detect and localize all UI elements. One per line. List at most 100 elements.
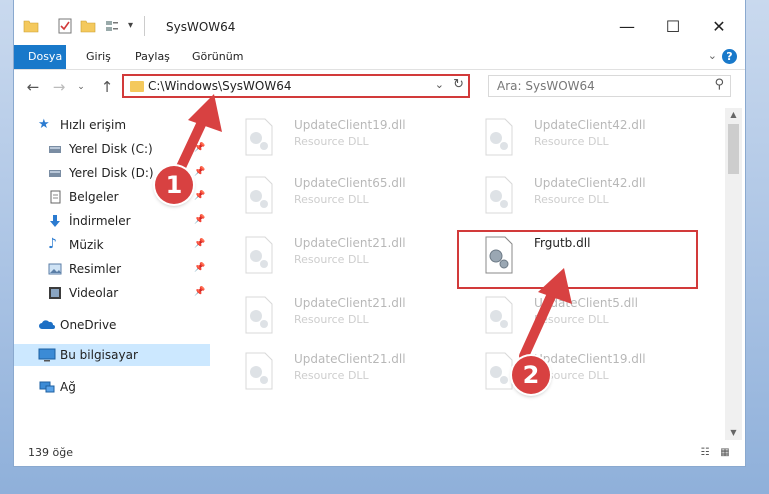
up-arrow-icon: ↑ bbox=[100, 78, 114, 96]
new-folder-icon[interactable] bbox=[80, 18, 96, 34]
customize-toolbar-icon[interactable] bbox=[104, 18, 120, 34]
details-view-icon[interactable]: ☷ bbox=[698, 447, 712, 461]
nav-item-label: Belgeler bbox=[69, 190, 119, 204]
dll-file-icon bbox=[485, 118, 513, 156]
music-icon: ♪ bbox=[48, 236, 57, 252]
nav-item-label: Yerel Disk (C:) bbox=[69, 142, 153, 156]
documents-icon bbox=[50, 190, 61, 204]
search-placeholder: Ara: SysWOW64 bbox=[497, 79, 595, 93]
file-type: Resource DLL bbox=[294, 193, 369, 206]
back-arrow-icon: ← bbox=[26, 78, 40, 96]
file-item[interactable]: UpdateClient21.dll Resource DLL bbox=[234, 348, 454, 398]
nav-item-label: OneDrive bbox=[60, 318, 117, 332]
folder-icon bbox=[23, 20, 39, 33]
nav-item-label: Videolar bbox=[69, 286, 119, 300]
chevron-down-icon[interactable]: ⌄ bbox=[708, 49, 717, 62]
file-item[interactable]: UpdateClient42.dll Resource DLL bbox=[474, 114, 694, 164]
nav-item-label: Hızlı erişim bbox=[60, 118, 127, 132]
maximize-icon: ☐ bbox=[665, 17, 681, 36]
scroll-down-icon[interactable]: ▼ bbox=[725, 426, 742, 440]
computer-icon bbox=[38, 348, 56, 362]
pictures-icon bbox=[48, 263, 62, 275]
nav-item-label: İndirmeler bbox=[69, 214, 131, 228]
network-icon bbox=[39, 381, 55, 393]
file-item[interactable]: UpdateClient5.dll Resource DLL bbox=[474, 292, 694, 342]
search-icon[interactable]: ⚲ bbox=[714, 77, 724, 92]
minimize-button[interactable]: — bbox=[604, 12, 650, 42]
dll-file-icon bbox=[245, 118, 273, 156]
folder-icon bbox=[130, 81, 144, 92]
minimize-icon: — bbox=[619, 17, 635, 36]
large-icons-view-icon[interactable]: ▦ bbox=[718, 447, 732, 461]
pin-icon: 📌 bbox=[194, 239, 206, 249]
scroll-thumb[interactable] bbox=[728, 124, 739, 174]
drive-icon bbox=[49, 170, 61, 177]
nav-item-this-pc[interactable]: Bu bilgisayar bbox=[14, 344, 210, 366]
file-type: Resource DLL bbox=[534, 193, 609, 206]
download-icon bbox=[50, 215, 60, 227]
file-name: UpdateClient65.dll bbox=[294, 176, 406, 190]
back-button[interactable]: ← bbox=[24, 78, 42, 96]
arrow-2-icon bbox=[519, 268, 572, 361]
refresh-icon[interactable]: ↻ bbox=[453, 77, 464, 92]
file-item[interactable]: UpdateClient19.dll Resource DLL bbox=[474, 348, 694, 398]
pin-icon: 📌 bbox=[194, 263, 206, 273]
tab-paylas[interactable]: Paylaş bbox=[125, 45, 180, 69]
file-item[interactable]: UpdateClient21.dll Resource DLL bbox=[234, 292, 454, 342]
file-name: UpdateClient21.dll bbox=[294, 236, 406, 250]
address-dropdown-icon[interactable]: ⌄ bbox=[435, 78, 444, 91]
dll-file-icon bbox=[485, 176, 513, 214]
file-name: UpdateClient21.dll bbox=[294, 296, 406, 310]
step-1-badge: 1 bbox=[155, 166, 193, 204]
file-name: UpdateClient19.dll bbox=[294, 118, 406, 132]
forward-arrow-icon: → bbox=[52, 78, 66, 96]
maximize-button[interactable]: ☐ bbox=[650, 12, 696, 42]
nav-item-label: Ağ bbox=[60, 380, 76, 394]
title-divider bbox=[144, 16, 145, 36]
quick-access-dropdown-icon[interactable]: ▾ bbox=[128, 20, 133, 31]
file-type: Resource DLL bbox=[294, 135, 369, 148]
dll-file-icon bbox=[245, 176, 273, 214]
nav-item-label: Müzik bbox=[69, 238, 104, 252]
file-item[interactable]: UpdateClient42.dll Resource DLL bbox=[474, 172, 694, 222]
search-box[interactable]: Ara: SysWOW64 ⚲ bbox=[488, 75, 731, 97]
file-item[interactable]: UpdateClient21.dll Resource DLL bbox=[234, 232, 454, 282]
item-count: 139 öğe bbox=[28, 446, 73, 459]
nav-item-onedrive[interactable]: OneDrive bbox=[14, 314, 210, 336]
close-button[interactable]: ✕ bbox=[696, 12, 742, 42]
ribbon-tabs: Dosya Giriş Paylaş Görünüm ⌄ ? bbox=[14, 45, 745, 70]
pin-icon: 📌 bbox=[194, 215, 206, 225]
file-type: Resource DLL bbox=[294, 369, 369, 382]
chevron-down-icon: ⌄ bbox=[77, 82, 85, 92]
file-name: UpdateClient42.dll bbox=[534, 176, 646, 190]
nav-item-network[interactable]: Ağ bbox=[14, 376, 210, 398]
up-button[interactable]: ↑ bbox=[98, 78, 116, 96]
step-2-badge: 2 bbox=[512, 356, 550, 394]
file-name: UpdateClient21.dll bbox=[294, 352, 406, 366]
nav-item-label: Bu bilgisayar bbox=[60, 348, 138, 362]
scroll-up-icon[interactable]: ▲ bbox=[725, 108, 742, 122]
status-bar: 139 öğe ☷ ▦ bbox=[14, 442, 745, 466]
recent-locations-button[interactable]: ⌄ bbox=[72, 78, 90, 96]
nav-item-videos[interactable]: Videolar 📌 bbox=[14, 282, 210, 304]
tab-giris[interactable]: Giriş bbox=[76, 45, 121, 69]
forward-button[interactable]: → bbox=[50, 78, 68, 96]
help-button[interactable]: ? bbox=[722, 49, 737, 64]
properties-icon[interactable] bbox=[57, 18, 73, 34]
close-icon: ✕ bbox=[712, 17, 726, 36]
nav-item-music[interactable]: ♪ Müzik 📌 bbox=[14, 234, 210, 256]
title-bar: ▾ SysWOW64 — ☐ ✕ bbox=[14, 0, 745, 45]
tab-gorunum[interactable]: Görünüm bbox=[182, 45, 253, 69]
file-item[interactable]: UpdateClient65.dll Resource DLL bbox=[234, 172, 454, 222]
nav-item-downloads[interactable]: İndirmeler 📌 bbox=[14, 210, 210, 232]
nav-item-label: Resimler bbox=[69, 262, 122, 276]
file-item[interactable]: UpdateClient19.dll Resource DLL bbox=[234, 114, 454, 164]
tab-dosya[interactable]: Dosya bbox=[14, 45, 66, 69]
star-icon: ★ bbox=[38, 117, 50, 132]
cloud-icon bbox=[39, 320, 55, 329]
file-name: UpdateClient42.dll bbox=[534, 118, 646, 132]
dll-file-icon bbox=[245, 236, 273, 274]
dll-file-icon bbox=[245, 296, 273, 334]
vertical-scrollbar[interactable]: ▲ ▼ bbox=[725, 108, 742, 440]
nav-item-pictures[interactable]: Resimler 📌 bbox=[14, 258, 210, 280]
